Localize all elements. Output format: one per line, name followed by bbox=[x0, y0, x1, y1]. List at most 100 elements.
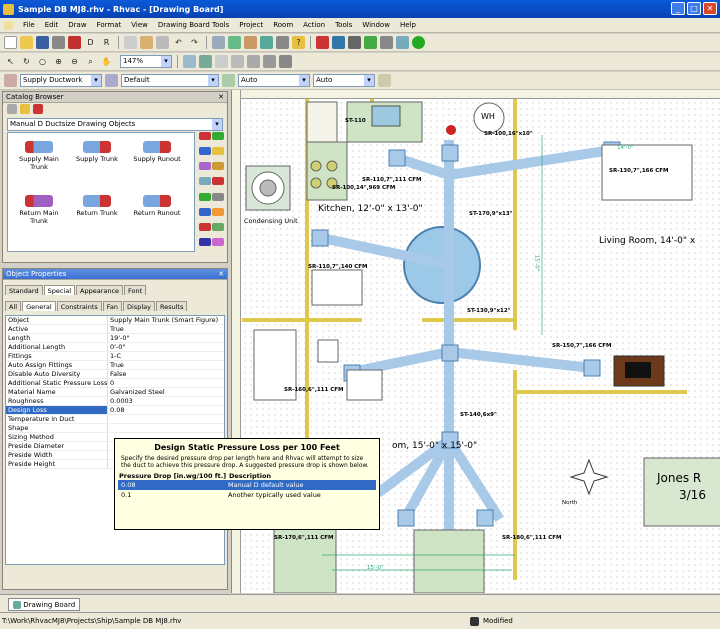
lasso-icon[interactable]: ○ bbox=[36, 55, 49, 68]
menu-project[interactable]: Project bbox=[239, 21, 263, 29]
property-row[interactable]: Additional Static Pressure Loss 0 bbox=[6, 379, 224, 388]
zoom-in-icon[interactable]: ⊕ bbox=[52, 55, 65, 68]
property-row[interactable]: Shape bbox=[6, 424, 224, 433]
object-type-select[interactable]: Supply Ductwork bbox=[20, 74, 102, 87]
palette-swatch[interactable] bbox=[212, 222, 224, 231]
property-row-selected[interactable]: Design Loss 0.08 bbox=[6, 406, 224, 415]
house-icon[interactable] bbox=[244, 36, 257, 49]
catalog-add-icon[interactable] bbox=[33, 104, 43, 114]
menu-window[interactable]: Window bbox=[362, 21, 390, 29]
catalog-item-return-trunk[interactable]: Return Trunk bbox=[70, 195, 124, 217]
palette-swatch[interactable] bbox=[199, 207, 211, 216]
property-row[interactable]: Additional Length 0'-0" bbox=[6, 343, 224, 352]
tab-constraints[interactable]: Constraints bbox=[56, 301, 102, 311]
property-row[interactable]: Object Supply Main Trunk (Smart Figure) bbox=[6, 316, 224, 325]
front-icon[interactable] bbox=[247, 55, 260, 68]
diffuser[interactable] bbox=[397, 509, 415, 527]
catalog-item-supply-runout[interactable]: Supply Runout bbox=[130, 141, 184, 163]
catalog-item-return-main-trunk[interactable]: Return Main Trunk bbox=[12, 195, 66, 225]
tool-icon[interactable] bbox=[332, 36, 345, 49]
zoom-region-icon[interactable]: ⌕ bbox=[84, 55, 97, 68]
catalog-item-return-runout[interactable]: Return Runout bbox=[130, 195, 184, 217]
pan-icon[interactable]: ✋ bbox=[100, 55, 113, 68]
redo-icon[interactable]: ↷ bbox=[188, 36, 201, 49]
property-value[interactable]: False bbox=[108, 370, 224, 378]
tab-fan[interactable]: Fan bbox=[102, 301, 123, 311]
auto-select-2[interactable]: Auto bbox=[313, 74, 375, 87]
property-value[interactable]: 0 bbox=[108, 379, 224, 387]
letter-d-icon[interactable]: D bbox=[84, 36, 97, 49]
menu-room[interactable]: Room bbox=[273, 21, 293, 29]
palette-swatch[interactable] bbox=[212, 207, 224, 216]
tab-results[interactable]: Results bbox=[156, 301, 188, 311]
palette-swatch[interactable] bbox=[199, 192, 211, 201]
design-loss-input[interactable]: 0.08 bbox=[108, 406, 224, 414]
palette-swatch[interactable] bbox=[212, 132, 224, 140]
help-icon[interactable]: ? bbox=[292, 36, 305, 49]
palette-swatch[interactable] bbox=[212, 237, 224, 246]
property-value[interactable] bbox=[108, 424, 224, 432]
zoom-out-icon[interactable]: ⊖ bbox=[68, 55, 81, 68]
undo-icon[interactable]: ↶ bbox=[172, 36, 185, 49]
panel-close-icon[interactable]: ✕ bbox=[218, 269, 224, 280]
cut-icon[interactable] bbox=[156, 36, 169, 49]
format-icon[interactable] bbox=[4, 74, 17, 87]
menu-action[interactable]: Action bbox=[303, 21, 325, 29]
property-value[interactable]: 1-C bbox=[108, 352, 224, 360]
fan-icon[interactable] bbox=[380, 36, 393, 49]
grid-icon[interactable] bbox=[212, 36, 225, 49]
property-value[interactable]: True bbox=[108, 361, 224, 369]
property-value[interactable]: Supply Main Trunk (Smart Figure) bbox=[108, 316, 224, 324]
menu-edit[interactable]: Edit bbox=[45, 21, 59, 29]
tab-standard[interactable]: Standard bbox=[5, 285, 43, 295]
palette-swatch[interactable] bbox=[212, 147, 224, 156]
fill-icon[interactable] bbox=[378, 74, 391, 87]
tooltip-option-row[interactable]: 0.08 Manual D default value bbox=[118, 480, 376, 490]
close-button[interactable]: ✕ bbox=[703, 2, 717, 15]
rotate-icon[interactable]: ↻ bbox=[20, 55, 33, 68]
maximize-button[interactable]: □ bbox=[687, 2, 701, 15]
tab-font[interactable]: Font bbox=[124, 285, 147, 295]
panel-close-icon[interactable]: ✕ bbox=[218, 92, 224, 103]
palette-swatch[interactable] bbox=[199, 177, 211, 186]
diffuser[interactable] bbox=[311, 229, 329, 247]
property-row[interactable]: Temperature in Duct bbox=[6, 415, 224, 424]
palette-swatch[interactable] bbox=[199, 222, 211, 231]
menu-file[interactable]: File bbox=[23, 21, 35, 29]
catalog-item-supply-main-trunk[interactable]: Supply Main Trunk bbox=[12, 141, 66, 171]
duct-fitting[interactable] bbox=[441, 344, 459, 362]
palette-swatch[interactable] bbox=[212, 162, 224, 171]
color-icon[interactable] bbox=[316, 36, 329, 49]
diffuser[interactable] bbox=[476, 509, 494, 527]
property-value[interactable]: True bbox=[108, 325, 224, 333]
snap-icon[interactable] bbox=[215, 55, 228, 68]
paste-icon[interactable] bbox=[140, 36, 153, 49]
zoom-select[interactable]: 147% bbox=[120, 55, 172, 68]
wrench-icon[interactable] bbox=[348, 36, 361, 49]
style-select[interactable]: Default bbox=[121, 74, 219, 87]
property-row[interactable]: Fittings 1-C bbox=[6, 352, 224, 361]
print-icon[interactable] bbox=[52, 36, 65, 49]
layer-icon[interactable] bbox=[183, 55, 196, 68]
layers-icon[interactable] bbox=[199, 55, 212, 68]
style-icon[interactable] bbox=[105, 74, 118, 87]
palette-swatch[interactable] bbox=[199, 147, 211, 156]
property-row[interactable]: Roughness 0.0003 bbox=[6, 397, 224, 406]
tab-all[interactable]: All bbox=[5, 301, 22, 311]
menu-help[interactable]: Help bbox=[400, 21, 416, 29]
menu-drawing-board-tools[interactable]: Drawing Board Tools bbox=[158, 21, 229, 29]
catalog-item-supply-trunk[interactable]: Supply Trunk bbox=[70, 141, 124, 163]
table-icon[interactable] bbox=[228, 36, 241, 49]
catalog-select[interactable]: Manual D Ductsize Drawing Objects bbox=[7, 118, 223, 131]
palette-swatch[interactable] bbox=[199, 162, 211, 171]
minimize-button[interactable]: _ bbox=[671, 2, 685, 15]
new-icon[interactable] bbox=[4, 36, 17, 49]
menu-draw[interactable]: Draw bbox=[68, 21, 86, 29]
property-value[interactable] bbox=[108, 415, 224, 423]
align-icon[interactable] bbox=[231, 55, 244, 68]
palette-swatch[interactable] bbox=[212, 177, 224, 186]
diffuser[interactable] bbox=[583, 359, 601, 377]
property-row[interactable]: Disable Auto Diversity False bbox=[6, 370, 224, 379]
line-icon[interactable] bbox=[222, 74, 235, 87]
circle-green-icon[interactable] bbox=[412, 36, 425, 49]
